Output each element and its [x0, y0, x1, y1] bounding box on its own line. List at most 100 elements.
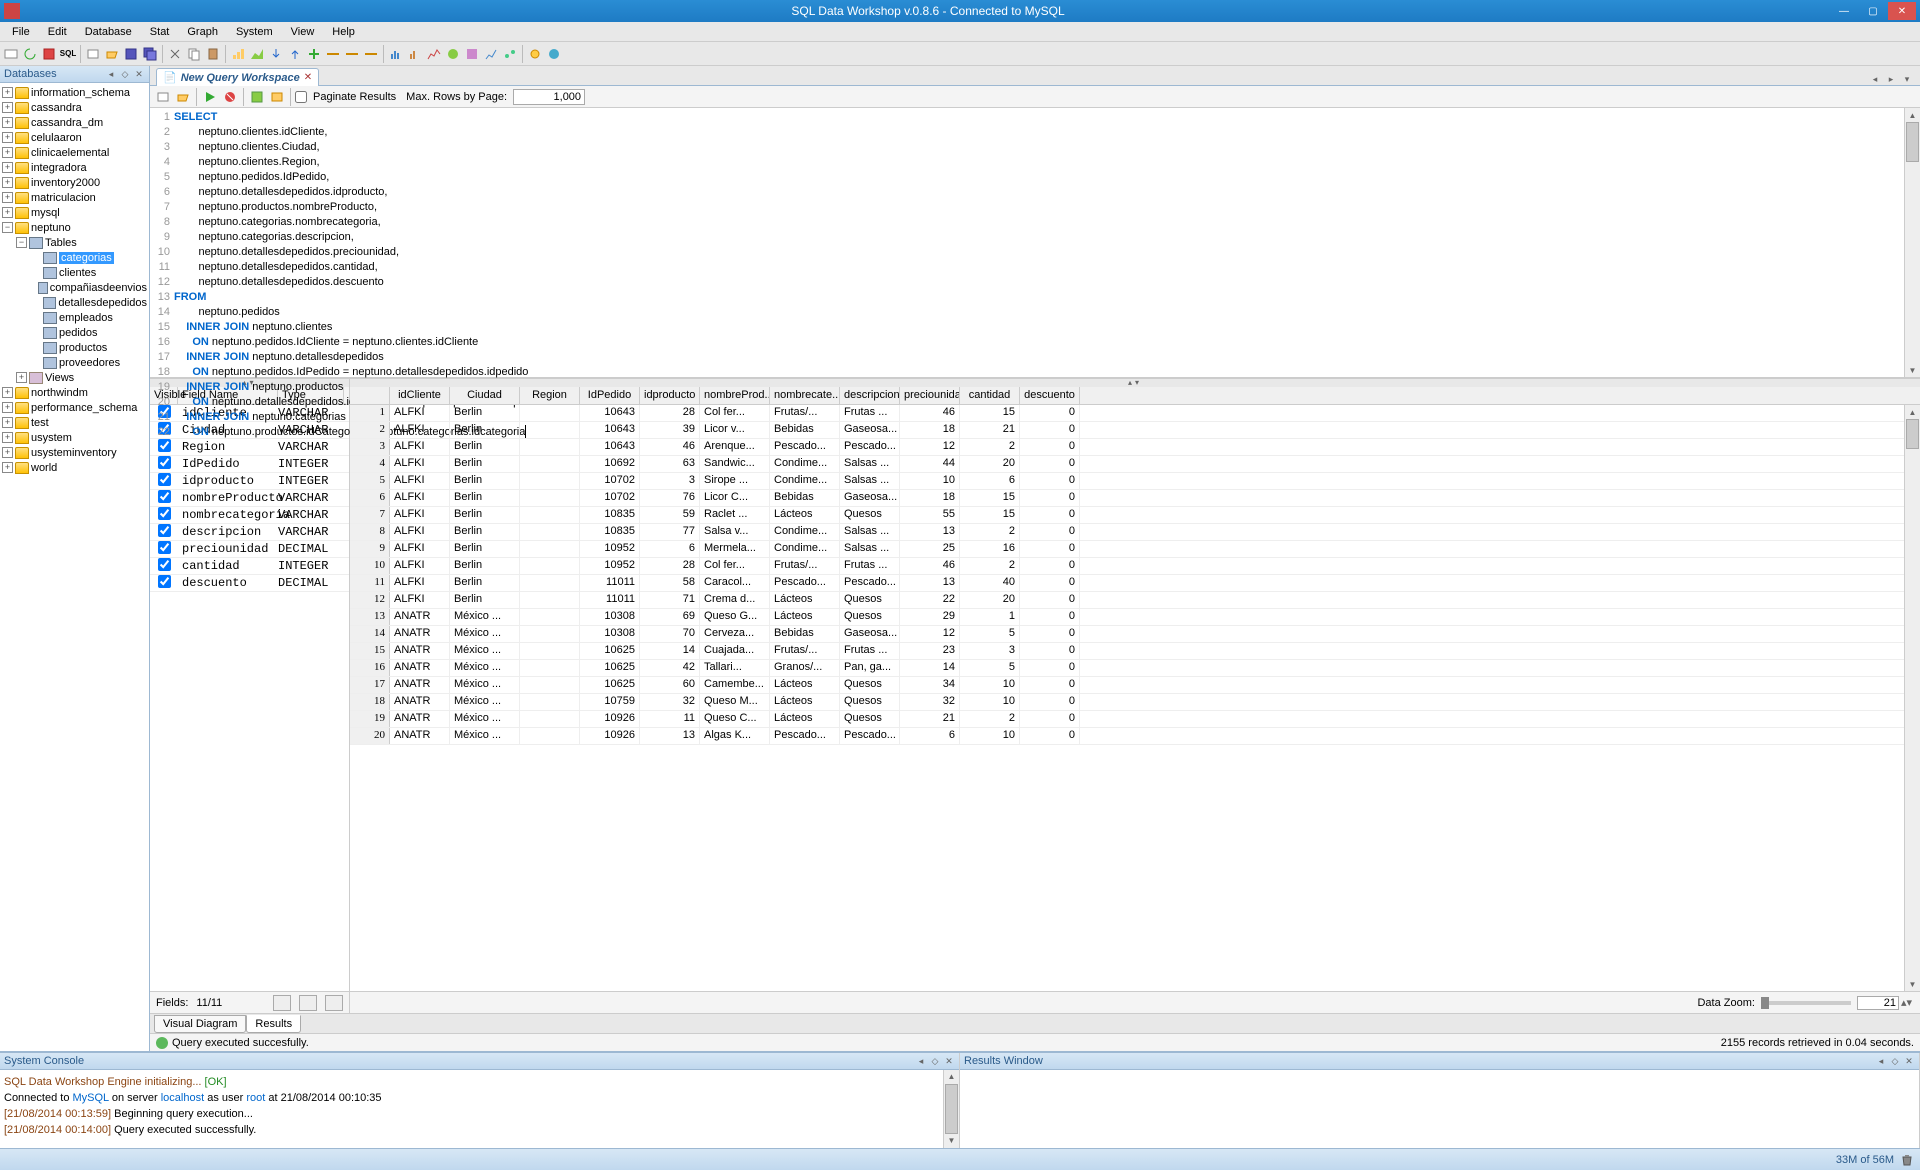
panel-min-icon[interactable]: ◂: [1875, 1055, 1887, 1067]
console-body[interactable]: SQL Data Workshop Engine initializing...…: [0, 1070, 959, 1148]
scroll-up-icon[interactable]: ▲: [1905, 405, 1920, 419]
maximize-button[interactable]: ▢: [1859, 2, 1887, 20]
table-row[interactable]: 17ANATRMéxico ...1062560Camembe...Lácteo…: [350, 677, 1920, 694]
table-row[interactable]: 16ANATRMéxico ...1062542Tallari...Granos…: [350, 660, 1920, 677]
tree-item[interactable]: +test: [2, 415, 147, 430]
expand-icon[interactable]: +: [2, 162, 13, 173]
tree-item[interactable]: −neptuno: [2, 220, 147, 235]
expand-icon[interactable]: +: [2, 102, 13, 113]
view-cards-icon[interactable]: [273, 995, 291, 1011]
menu-edit[interactable]: Edit: [40, 24, 75, 40]
field-row[interactable]: IdPedidoINTEGER: [150, 456, 349, 473]
tree-item[interactable]: +celulaaron: [2, 130, 147, 145]
tree-item[interactable]: +northwindm: [2, 385, 147, 400]
table-row[interactable]: 14ANATRMéxico ...1030870Cerveza...Bebida…: [350, 626, 1920, 643]
tree-item[interactable]: +usysteminventory: [2, 445, 147, 460]
grid-handle[interactable]: ▴▾: [350, 379, 1920, 387]
scroll-up-icon[interactable]: ▲: [1905, 108, 1920, 122]
scroll-down-icon[interactable]: ▼: [944, 1134, 959, 1148]
menu-help[interactable]: Help: [324, 24, 363, 40]
table-row[interactable]: 10ALFKIBerlin1095228Col fer...Frutas/...…: [350, 558, 1920, 575]
field-row[interactable]: idproductoINTEGER: [150, 473, 349, 490]
disk-icon[interactable]: [40, 45, 58, 63]
chart-bar-icon[interactable]: [229, 45, 247, 63]
col-header[interactable]: descuento: [1020, 387, 1080, 404]
view-grid-icon[interactable]: [299, 995, 317, 1011]
menu-view[interactable]: View: [283, 24, 323, 40]
visibility-checkbox[interactable]: [158, 473, 171, 486]
col-header[interactable]: Ciudad: [450, 387, 520, 404]
tree-item[interactable]: pedidos: [2, 325, 147, 340]
table-row[interactable]: 8ALFKIBerlin1083577Salsa v...Condime...S…: [350, 524, 1920, 541]
panel-min-icon[interactable]: ◂: [915, 1055, 927, 1067]
editor-scrollbar[interactable]: ▲ ▼: [1904, 108, 1920, 377]
table-row[interactable]: 9ALFKIBerlin109526Mermela...Condime...Sa…: [350, 541, 1920, 558]
grid-body[interactable]: 1ALFKIBerlin1064328Col fer...Frutas/...F…: [350, 405, 1920, 991]
tab-prev-icon[interactable]: ◂: [1868, 74, 1882, 85]
menu-file[interactable]: File: [4, 24, 38, 40]
tab-visual-diagram[interactable]: Visual Diagram: [154, 1015, 246, 1033]
tree-item[interactable]: +usystem: [2, 430, 147, 445]
arrow-up-icon[interactable]: [286, 45, 304, 63]
table-row[interactable]: 4ALFKIBerlin1069263Sandwic...Condime...S…: [350, 456, 1920, 473]
tree-item[interactable]: +matriculacion: [2, 190, 147, 205]
menu-graph[interactable]: Graph: [179, 24, 226, 40]
visibility-checkbox[interactable]: [158, 507, 171, 520]
panel-pin-icon[interactable]: ◇: [929, 1055, 941, 1067]
table-row[interactable]: 18ANATRMéxico ...1075932Queso M...Lácteo…: [350, 694, 1920, 711]
tree-item[interactable]: +information_schema: [2, 85, 147, 100]
panel-close-icon[interactable]: ✕: [943, 1055, 955, 1067]
schema-icon[interactable]: [268, 88, 286, 106]
tab-results[interactable]: Results: [246, 1015, 301, 1033]
tree-item[interactable]: +integradora: [2, 160, 147, 175]
collapse-icon[interactable]: −: [16, 237, 27, 248]
tree-item[interactable]: proveedores: [2, 355, 147, 370]
grid-scrollbar[interactable]: ▲ ▼: [1904, 405, 1920, 991]
refresh-icon[interactable]: [21, 45, 39, 63]
save-icon[interactable]: [122, 45, 140, 63]
col-header[interactable]: IdPedido: [580, 387, 640, 404]
table-row[interactable]: 3ALFKIBerlin1064346Arenque...Pescado...P…: [350, 439, 1920, 456]
tree-item[interactable]: clientes: [2, 265, 147, 280]
next-icon[interactable]: [362, 45, 380, 63]
first-icon[interactable]: [324, 45, 342, 63]
panel-close-icon[interactable]: ✕: [133, 68, 145, 80]
open-query-icon[interactable]: [154, 88, 172, 106]
close-tab-icon[interactable]: ✕: [304, 72, 312, 83]
database-tree[interactable]: +information_schema+cassandra+cassandra_…: [0, 83, 149, 1051]
chart1-icon[interactable]: [387, 45, 405, 63]
col-header[interactable]: descripcion: [840, 387, 900, 404]
expand-icon[interactable]: +: [2, 417, 13, 428]
field-row[interactable]: nombrecategoriaVARCHAR: [150, 507, 349, 524]
panel-close-icon[interactable]: ✕: [1903, 1055, 1915, 1067]
col-header[interactable]: idproducto: [640, 387, 700, 404]
col-header[interactable]: Region: [520, 387, 580, 404]
expand-icon[interactable]: +: [2, 432, 13, 443]
tree-item[interactable]: +inventory2000: [2, 175, 147, 190]
tree-item[interactable]: +Views: [2, 370, 147, 385]
expand-icon[interactable]: +: [2, 207, 13, 218]
help-icon[interactable]: [545, 45, 563, 63]
expand-icon[interactable]: +: [2, 132, 13, 143]
zoom-spin-icon[interactable]: ▴▾: [1901, 996, 1912, 1009]
table-row[interactable]: 2ALFKIBerlin1064339Licor v...BebidasGase…: [350, 422, 1920, 439]
scroll-thumb[interactable]: [1906, 122, 1919, 162]
tree-item[interactable]: +cassandra: [2, 100, 147, 115]
tree-item[interactable]: −Tables: [2, 235, 147, 250]
gear-icon[interactable]: [526, 45, 544, 63]
visibility-checkbox[interactable]: [158, 456, 171, 469]
chart-area-icon[interactable]: [248, 45, 266, 63]
table-row[interactable]: 13ANATRMéxico ...1030869Queso G...Lácteo…: [350, 609, 1920, 626]
expand-icon[interactable]: +: [2, 147, 13, 158]
col-header[interactable]: idCliente: [390, 387, 450, 404]
field-row[interactable]: nombreProductoVARCHAR: [150, 490, 349, 507]
stop-query-icon[interactable]: [221, 88, 239, 106]
paginate-checkbox[interactable]: [295, 91, 307, 103]
run-query-icon[interactable]: [201, 88, 219, 106]
collapse-icon[interactable]: −: [2, 222, 13, 233]
chart3-icon[interactable]: [425, 45, 443, 63]
panel-min-icon[interactable]: ◂: [105, 68, 117, 80]
zoom-input[interactable]: [1857, 996, 1899, 1010]
expand-icon[interactable]: +: [2, 192, 13, 203]
scroll-up-icon[interactable]: ▲: [944, 1070, 959, 1084]
